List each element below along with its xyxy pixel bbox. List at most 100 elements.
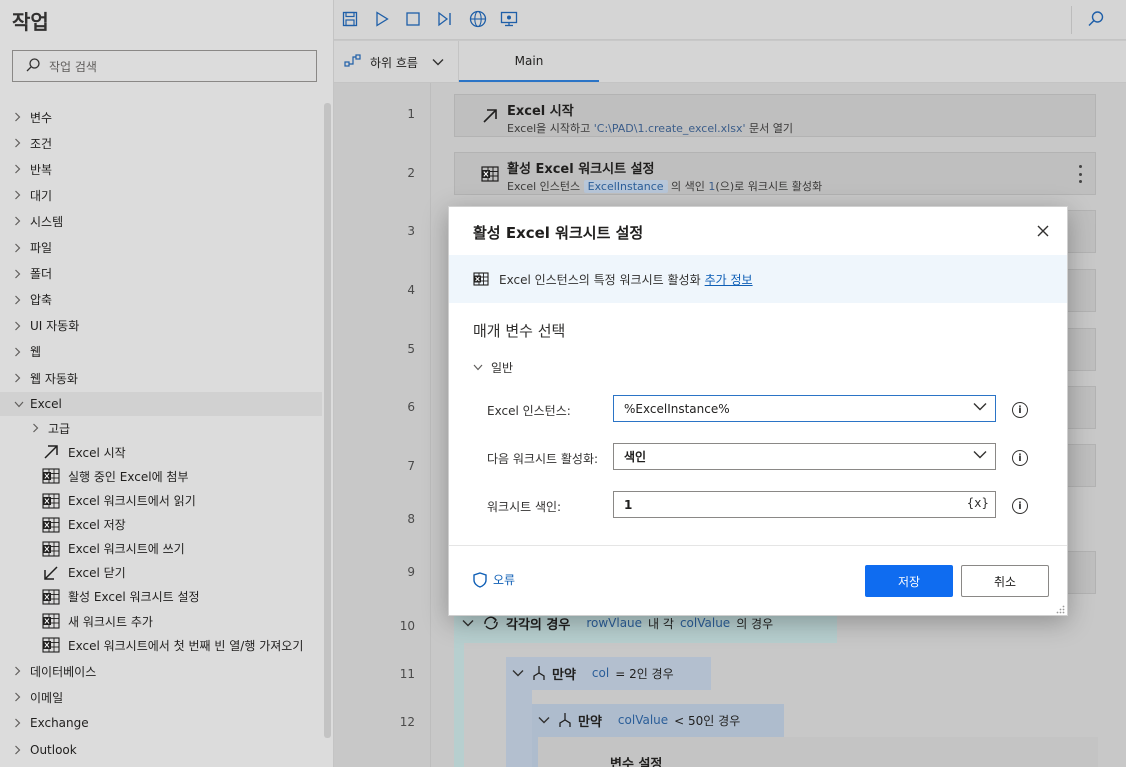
info-icon[interactable]: i [1012,450,1028,466]
info-icon[interactable]: i [1012,498,1028,514]
tree-category[interactable]: 대기 [0,183,52,207]
line-number: 5 [407,342,415,356]
step-title: 활성 Excel 워크시트 설정 [507,162,655,177]
line-number: 7 [407,459,415,473]
more-options-icon[interactable] [1077,165,1083,183]
line-number: 4 [407,283,415,297]
chevron-right-icon [14,190,24,200]
tree-category[interactable]: Exchange [0,711,89,735]
tree-action-label: 새 워크시트 추가 [68,614,153,629]
activate-worksheet-with-dropdown[interactable]: 색인 [613,443,996,470]
if-var: col [591,666,610,680]
excel-grid-icon [42,492,60,510]
excel-grid-icon [42,636,60,654]
if-icon [532,665,546,681]
resize-grip-icon[interactable] [1055,603,1065,614]
step-next-icon[interactable] [434,8,456,30]
close-icon[interactable] [1035,223,1051,239]
if-keyword: 만약 [578,714,602,730]
tree-category[interactable]: 시스템 [0,209,63,233]
tree-action-item[interactable]: Excel 워크시트에서 읽기 [0,489,196,513]
line-number: 10 [399,619,415,633]
more-info-link[interactable]: 추가 정보 [705,271,753,288]
tree-action-label: 활성 Excel 워크시트 설정 [68,590,200,605]
tree-category[interactable]: 폴더 [0,262,52,286]
tree-action-item[interactable]: 새 워크시트 추가 [0,609,153,633]
cancel-button[interactable]: 취소 [961,565,1049,597]
tree-category-label: 반복 [30,162,53,177]
tree-category[interactable]: 웹 [0,340,41,364]
excel-grid-icon [42,467,60,485]
chevron-down-icon [432,58,444,66]
tree-category[interactable]: 데이터베이스 [0,659,96,683]
line-number: 8 [407,512,415,526]
line-number: 9 [407,565,415,579]
flow-search-icon[interactable] [1085,8,1107,30]
save-button[interactable]: 저장 [865,565,953,597]
step-title-partial: 변수 설정 [610,757,663,767]
actions-search-input[interactable]: 작업 검색 [12,50,317,82]
excel-grid-icon [42,588,60,606]
on-error-button[interactable]: 오류 [473,571,515,588]
actions-tree-scrollbar[interactable] [324,103,331,738]
desktop-recorder-icon[interactable] [498,8,520,30]
tree-category-label: 웹 자동화 [30,371,78,386]
on-error-label: 오류 [493,573,516,587]
tree-action-item[interactable]: Excel 워크시트에서 첫 번째 빈 열/행 가져오기 [0,633,303,657]
flow-step-excel-launch[interactable]: Excel 시작 Excel을 시작하고 'C:\PAD\1.create_ex… [454,94,1096,137]
run-icon[interactable] [371,8,393,30]
tree-category-label: 이메일 [30,690,64,705]
excel-instance-value: %ExcelInstance% [624,401,730,416]
search-placeholder: 작업 검색 [49,59,97,74]
flow-toolbar [334,0,1126,40]
chevron-right-icon [14,243,24,253]
save-icon[interactable] [339,8,361,30]
actions-pane-title: 작업 [12,10,49,34]
tab-main[interactable]: Main [459,41,599,82]
tree-action-item[interactable]: 실행 중인 Excel에 첨부 [0,464,189,488]
subflows-dropdown[interactable]: 하위 흐름 [344,49,444,75]
chevron-down-icon[interactable] [512,669,526,677]
field-label-excel-instance: Excel 인스턴스: [487,404,571,418]
info-icon[interactable]: i [1012,402,1028,418]
tree-category[interactable]: 반복 [0,157,52,181]
chevron-right-icon [14,164,24,174]
if-header-11[interactable]: 만약 col = 2인 경우 [512,655,674,691]
tree-category[interactable]: Outlook [0,738,77,762]
flow-step-set-active-worksheet[interactable]: 활성 Excel 워크시트 설정 Excel 인스턴스 ExcelInstanc… [454,152,1096,195]
tree-category-label: 데이터베이스 [30,664,97,679]
step-description: Excel 인스턴스 ExcelInstance 의 색인 1(으)로 워크시트… [507,180,823,193]
arrow-up-right-icon [481,107,499,125]
tree-subcategory-advanced[interactable]: 고급 [0,416,70,440]
stop-icon[interactable] [402,8,424,30]
line-number: 11 [399,667,415,681]
chevron-right-icon [14,718,24,728]
section-label: 일반 [491,361,514,375]
tree-action-item[interactable]: Excel 닫기 [0,561,126,585]
excel-grid-icon [42,612,60,630]
tree-action-item[interactable]: Excel 시작 [0,440,126,464]
chevron-down-icon[interactable] [462,619,476,627]
worksheet-index-input[interactable]: 1 {x} [613,491,996,518]
loop-body-rail [454,643,464,767]
section-general-toggle[interactable]: 일반 [473,359,513,376]
web-recorder-icon[interactable] [467,8,489,30]
tree-action-item[interactable]: Excel 저장 [0,513,126,537]
field-label-activate-worksheet: 다음 워크시트 활성화: [487,452,599,466]
tree-category[interactable]: UI 자동화 [0,314,79,338]
tree-category[interactable]: 파일 [0,236,52,260]
if-header-12[interactable]: 만약 colValue < 50인 경우 [538,702,740,738]
insert-variable-button[interactable]: {x} [967,496,989,510]
chevron-down-icon[interactable] [538,716,552,724]
tree-category[interactable]: 웹 자동화 [0,366,78,390]
chevron-right-icon [14,666,24,676]
tree-category[interactable]: 이메일 [0,685,63,709]
excel-instance-dropdown[interactable]: %ExcelInstance% [613,395,996,422]
tree-action-item[interactable]: 활성 Excel 워크시트 설정 [0,585,200,609]
tree-category-excel[interactable]: Excel [0,392,322,417]
tree-category[interactable]: 조건 [0,131,52,155]
tree-action-item[interactable]: Excel 워크시트에 쓰기 [0,537,185,561]
tree-category[interactable]: 변수 [0,105,52,129]
tree-category[interactable]: 압축 [0,288,52,312]
tree-action-label: 실행 중인 Excel에 첨부 [68,469,189,484]
